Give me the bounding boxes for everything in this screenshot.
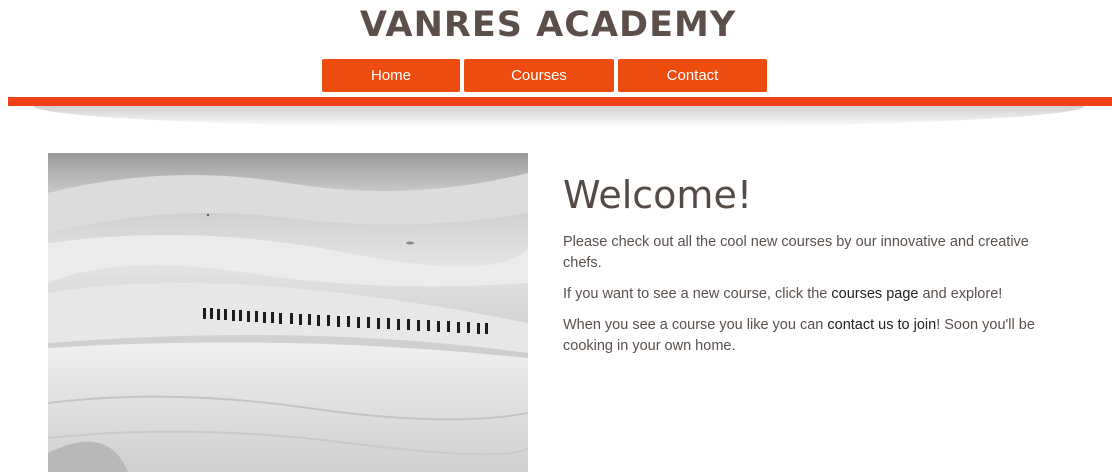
courses-paragraph: If you want to see a new course, click t… [563, 284, 1053, 305]
courses-page-link[interactable]: courses page [831, 286, 918, 302]
site-header: VANRES ACADEMY Home Courses Contact [0, 0, 1112, 128]
hero-image [48, 153, 528, 472]
site-title: VANRES ACADEMY [359, 5, 737, 45]
nav-contact-button[interactable]: Contact [618, 59, 767, 92]
main-nav: Home Courses Contact [322, 59, 767, 92]
contact-us-link[interactable]: contact us to join [827, 317, 936, 333]
courses-paragraph-text-before: If you want to see a new course, click t… [563, 286, 832, 302]
intro-paragraph: Please check out all the cool new course… [563, 234, 1029, 271]
page-title: Welcome! [563, 173, 753, 217]
header-shadow [34, 106, 1084, 128]
courses-paragraph-text-after: and explore! [918, 286, 1003, 302]
nav-courses-button[interactable]: Courses [464, 59, 614, 92]
header-accent-bar [8, 97, 1112, 106]
welcome-section: Welcome! Please check out all the cool n… [563, 172, 1053, 357]
contact-paragraph: When you see a course you like you can c… [563, 315, 1053, 357]
nav-home-button[interactable]: Home [322, 59, 460, 92]
contact-paragraph-text-before: When you see a course you like you can [563, 317, 828, 333]
